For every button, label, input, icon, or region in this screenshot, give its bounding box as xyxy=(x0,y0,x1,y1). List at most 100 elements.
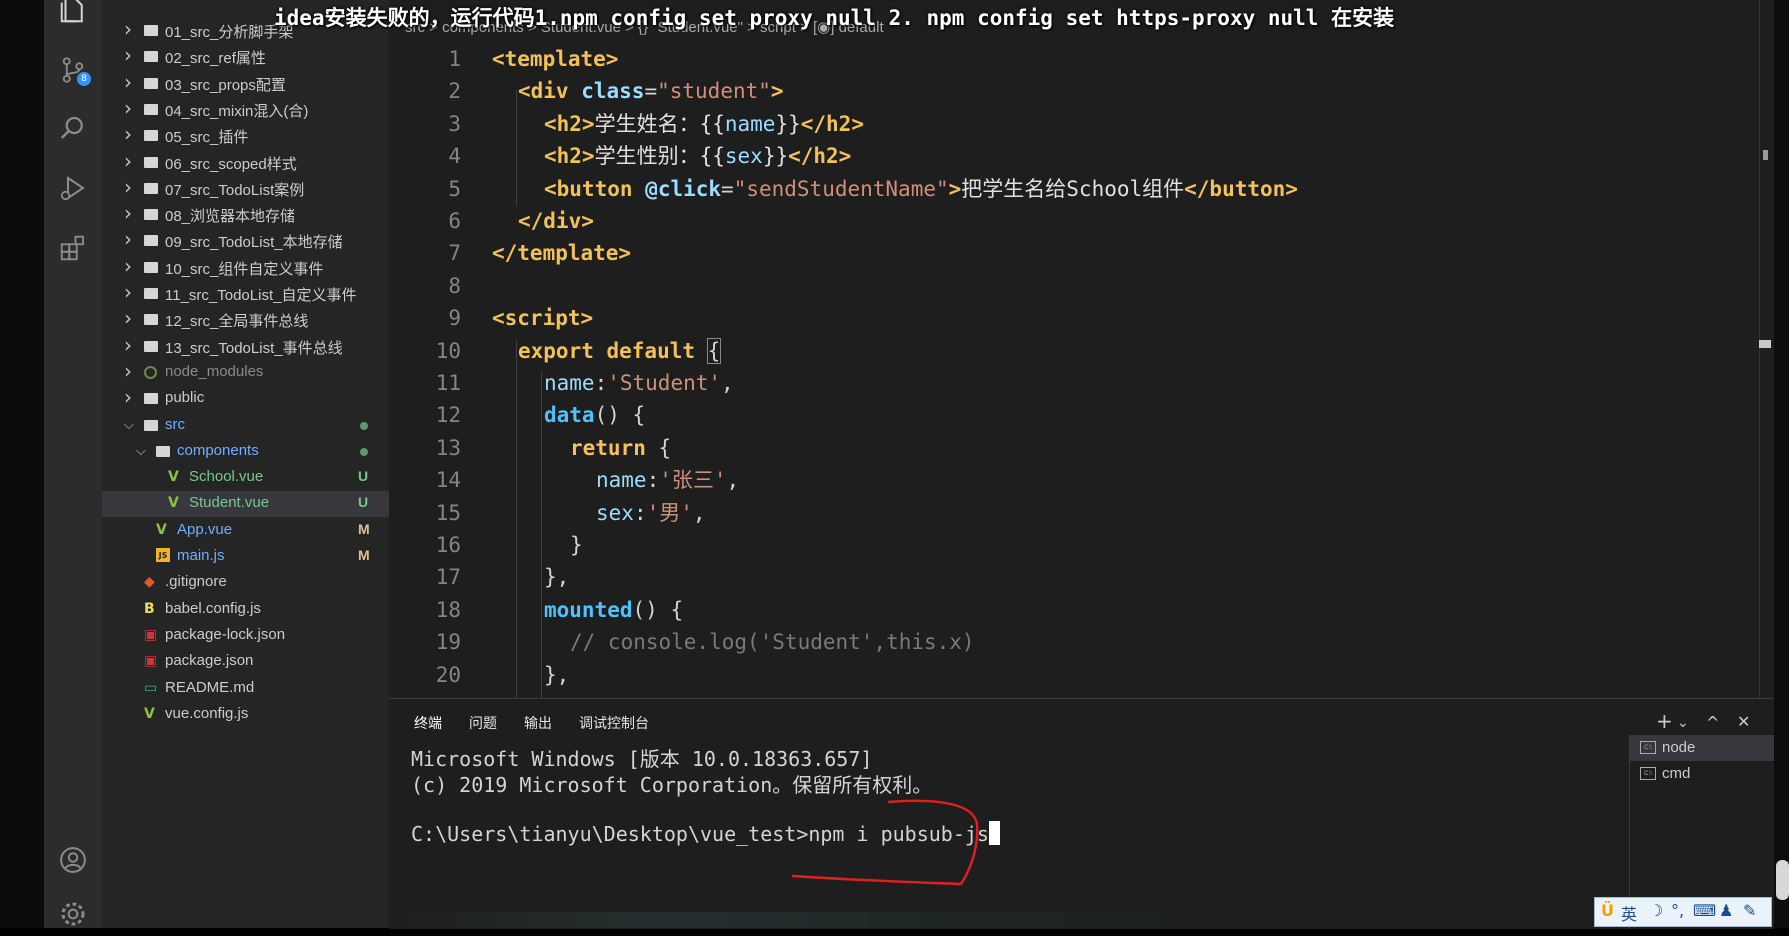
maximize-panel-button[interactable]: ^ xyxy=(1706,713,1719,732)
tab-terminal[interactable]: 终端 xyxy=(414,713,442,733)
chevron-right-icon[interactable]: › xyxy=(124,385,134,409)
extensions-icon[interactable] xyxy=(44,226,102,270)
ime-moon-icon[interactable]: ☽ xyxy=(1649,901,1663,920)
ime-settings-icon[interactable]: ✎ xyxy=(1743,901,1756,920)
search-icon[interactable] xyxy=(44,106,102,150)
tree-item[interactable]: › 07_src_TodoList案例 xyxy=(102,175,389,202)
code-line[interactable]: 14 name:'张三', xyxy=(389,464,1774,496)
explorer-sidebar: › 01_src_分析脚手架 › 02_src_ref属性 › 03_src_props配… xyxy=(102,0,389,928)
settings-gear-icon[interactable] xyxy=(44,892,102,936)
chevron-down-icon[interactable]: ⌵ xyxy=(136,444,146,459)
code-line[interactable]: 7 </template> xyxy=(389,237,1774,269)
code-line[interactable]: 16} xyxy=(389,529,1774,561)
chevron-right-icon[interactable]: › xyxy=(124,149,134,173)
code-line[interactable]: 19 // console.log('Student',this.x) xyxy=(389,626,1774,658)
terminal-dropdown-chevron-icon[interactable]: ⌄ xyxy=(1677,715,1689,731)
folder-icon xyxy=(144,183,158,194)
tree-item-label: App.vue xyxy=(177,521,233,538)
tree-item[interactable]: › 05_src_插件 xyxy=(102,122,389,149)
code-editor[interactable]: src > components > Student.vue > {} "Stu… xyxy=(389,0,1774,698)
chevron-right-icon[interactable]: › xyxy=(124,359,134,383)
new-terminal-button[interactable]: + xyxy=(1656,709,1673,733)
chevron-right-icon[interactable]: › xyxy=(124,122,134,146)
folder-icon xyxy=(144,288,158,299)
js-file-icon: JS xyxy=(156,548,170,562)
run-debug-icon[interactable] xyxy=(44,166,102,210)
scrollbar-handle[interactable] xyxy=(1776,860,1789,900)
tree-item[interactable]: › 04_src_mixin混入(合) xyxy=(102,96,389,123)
chevron-right-icon[interactable]: › xyxy=(124,43,134,67)
tree-item[interactable]: › node_modules xyxy=(102,359,389,386)
chevron-right-icon[interactable]: › xyxy=(124,96,134,120)
tree-item[interactable]: › 02_src_ref属性 xyxy=(102,43,389,70)
chevron-right-icon[interactable]: › xyxy=(124,175,134,199)
tree-item[interactable]: ▣ package.json xyxy=(102,649,389,675)
code-text: <template> xyxy=(492,47,619,71)
tab-output[interactable]: 输出 xyxy=(524,713,552,733)
chevron-right-icon[interactable]: › xyxy=(124,280,134,304)
terminal-instance-node[interactable]: C:\ node xyxy=(1630,735,1775,761)
chevron-right-icon[interactable]: › xyxy=(124,333,134,357)
code-text: } xyxy=(570,533,583,557)
code-line[interactable]: 11 name:'Student', xyxy=(389,367,1774,399)
tree-item[interactable]: ▭ README.md xyxy=(102,676,389,702)
tree-item[interactable]: ▣ package-lock.json xyxy=(102,623,389,649)
files-icon[interactable] xyxy=(44,0,102,32)
code-line[interactable]: 18 mounted() { xyxy=(389,594,1774,626)
code-text: </div> xyxy=(518,209,594,233)
tree-item[interactable]: JS main.js M xyxy=(102,544,389,570)
tree-item[interactable]: V Student.vue U xyxy=(102,491,389,517)
code-line[interactable]: 20}, xyxy=(389,659,1774,691)
ime-punctuation-icon[interactable]: °, xyxy=(1671,901,1684,920)
tree-item[interactable]: › 08_浏览器本地存储 xyxy=(102,201,389,228)
tree-item[interactable]: › 12_src_全局事件总线 xyxy=(102,306,389,333)
code-line[interactable]: 4 <h2>学生性别：{{sex}}</h2> xyxy=(389,140,1774,172)
tree-item[interactable]: › 13_src_TodoList_事件总线 xyxy=(102,333,389,360)
ime-toolbar[interactable]: Ü 英 ☽ °, ⌨ ♟ ✎ xyxy=(1594,897,1772,927)
folder-icon xyxy=(144,420,158,431)
tab-debug-console[interactable]: 调试控制台 xyxy=(579,713,649,733)
code-line[interactable]: 13 return { xyxy=(389,432,1774,464)
code-line[interactable]: 15 sex:'男', xyxy=(389,497,1774,529)
tree-item[interactable]: V School.vue U xyxy=(102,465,389,491)
tree-item[interactable]: › 09_src_TodoList_本地存储 xyxy=(102,227,389,254)
tree-item[interactable]: V App.vue M xyxy=(102,518,389,544)
chevron-down-icon[interactable]: ⌵ xyxy=(124,418,134,433)
terminal-instance-cmd[interactable]: C:\ cmd xyxy=(1630,761,1775,787)
tree-item-label: 07_src_TodoList案例 xyxy=(165,182,305,199)
ime-language-label[interactable]: 英 xyxy=(1621,901,1637,925)
code-line[interactable]: 12 data() { xyxy=(389,399,1774,431)
tree-item[interactable]: Vvue.config.js xyxy=(102,702,389,728)
ime-keyboard-icon[interactable]: ⌨ xyxy=(1693,901,1716,920)
close-panel-button[interactable]: ✕ xyxy=(1737,712,1750,731)
account-icon[interactable] xyxy=(44,838,102,882)
code-line[interactable]: 9 <script> xyxy=(389,302,1774,334)
chevron-right-icon[interactable]: › xyxy=(124,306,134,330)
chevron-right-icon[interactable]: › xyxy=(124,227,134,251)
tree-item[interactable]: › public xyxy=(102,385,389,412)
tree-item[interactable]: Bbabel.config.js xyxy=(102,597,389,623)
tab-problems[interactable]: 问题 xyxy=(469,713,497,733)
tree-item[interactable]: › 06_src_scoped样式 xyxy=(102,149,389,176)
code-line[interactable]: 1 <template> xyxy=(389,43,1774,75)
ime-user-icon[interactable]: ♟ xyxy=(1719,901,1733,920)
code-line[interactable]: 5 <button @click="sendStudentName">把学生名给S… xyxy=(389,173,1774,205)
code-line[interactable]: 10 export default { xyxy=(389,335,1774,367)
chevron-right-icon[interactable]: › xyxy=(124,254,134,278)
tree-item[interactable]: › 03_src_props配置 xyxy=(102,70,389,97)
code-line[interactable]: 3 <h2>学生姓名：{{name}}</h2> xyxy=(389,108,1774,140)
chevron-right-icon[interactable]: › xyxy=(124,70,134,94)
chevron-right-icon[interactable]: › xyxy=(124,201,134,225)
folder-icon xyxy=(144,130,158,141)
tree-item[interactable]: › 10_src_组件自定义事件 xyxy=(102,254,389,281)
tree-item[interactable]: ◆ .gitignore xyxy=(102,570,389,596)
tree-item[interactable]: ⌵ src xyxy=(102,413,389,439)
tree-item[interactable]: ⌵ components xyxy=(102,439,389,465)
code-line[interactable]: 6 </div> xyxy=(389,205,1774,237)
code-line[interactable]: 2 <div class="student"> xyxy=(389,75,1774,107)
code-line[interactable]: 17}, xyxy=(389,561,1774,593)
chevron-right-icon[interactable]: › xyxy=(124,17,134,41)
code-line[interactable]: 8 xyxy=(389,270,1774,302)
tree-item[interactable]: › 11_src_TodoList_自定义事件 xyxy=(102,280,389,307)
source-control-icon[interactable]: 8 xyxy=(44,48,102,92)
